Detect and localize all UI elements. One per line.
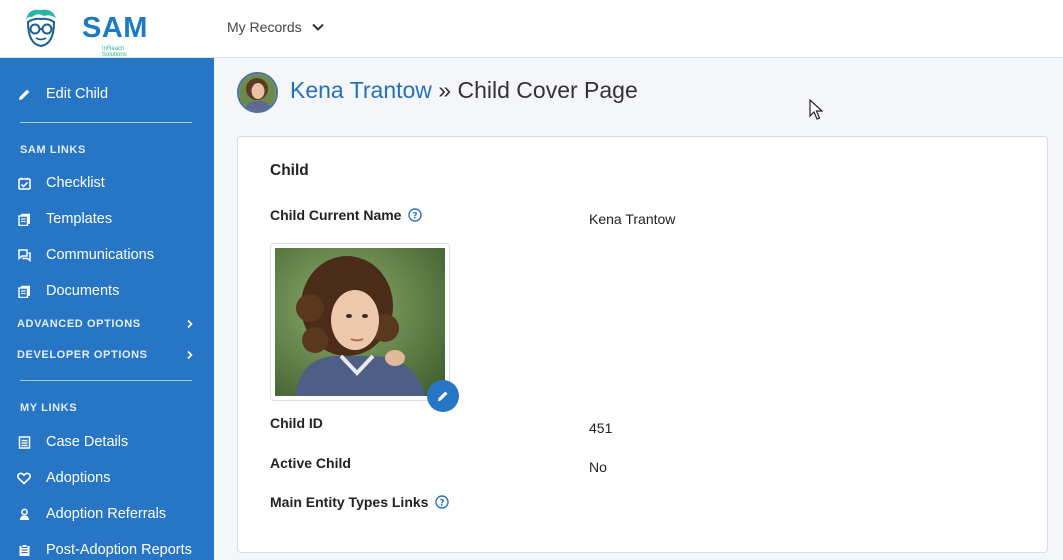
sidebar-item-label: Edit Child [46, 86, 109, 102]
logo-text: SAM [82, 12, 148, 44]
sidebar-item-edit-child[interactable]: Edit Child [0, 79, 214, 109]
sidebar-item-label: Case Details [46, 434, 129, 450]
logo-mascot-icon [26, 9, 56, 48]
child-name-link[interactable]: Kena Trantow [290, 77, 432, 103]
help-icon[interactable]: ? [435, 495, 450, 509]
page-title: Kena Trantow » Child Cover Page [290, 77, 638, 104]
sidebar-item-label: Adoptions [46, 470, 111, 486]
communications-icon [17, 248, 31, 262]
child-id-value: 451 [589, 420, 613, 436]
edit-photo-button[interactable] [427, 380, 459, 412]
card-title: Child [270, 162, 309, 179]
pencil-icon [17, 87, 31, 101]
advanced-options-toggle[interactable]: ADVANCED OPTIONS [0, 314, 214, 334]
pencil-icon [437, 391, 448, 402]
templates-icon [17, 212, 31, 226]
active-child-label: Active Child [270, 455, 351, 471]
child-current-name-label: Child Current Name ? [270, 207, 423, 223]
report-icon [17, 543, 31, 557]
my-records-menu[interactable]: My Records [227, 17, 325, 37]
child-avatar-photo [239, 74, 276, 111]
sam-links-heading: SAM LINKS [20, 144, 86, 156]
sidebar-item-label: Documents [46, 283, 120, 299]
sidebar-item-adoption-referrals[interactable]: Adoption Referrals [0, 499, 214, 529]
sidebar: Edit Child SAM LINKS Checklist Templates… [0, 58, 214, 560]
field-label-text: Main Entity Types Links [270, 494, 429, 510]
title-suffix: Child Cover Page [457, 77, 638, 103]
heart-icon [17, 471, 31, 485]
sidebar-item-adoptions[interactable]: Adoptions [0, 463, 214, 493]
child-id-label: Child ID [270, 415, 323, 431]
title-separator: » [431, 77, 458, 103]
sidebar-item-case-details[interactable]: Case Details [0, 427, 214, 457]
sidebar-item-communications[interactable]: Communications [0, 240, 214, 270]
svg-text:?: ? [440, 498, 445, 508]
documents-icon [17, 284, 31, 298]
sidebar-divider [20, 380, 192, 381]
help-icon[interactable]: ? [408, 208, 423, 222]
child-avatar [237, 72, 278, 113]
sidebar-item-label: Templates [46, 211, 113, 227]
developer-options-label: DEVELOPER OPTIONS [17, 349, 148, 361]
checklist-icon [17, 176, 31, 190]
sam-logo[interactable]: SAM InReach Solutions [22, 8, 147, 58]
sidebar-item-documents[interactable]: Documents [0, 276, 214, 306]
my-records-label: My Records [227, 19, 302, 35]
sidebar-item-templates[interactable]: Templates [0, 204, 214, 234]
referrals-icon [17, 507, 31, 521]
chevron-right-icon [187, 350, 193, 360]
svg-text:?: ? [413, 211, 418, 221]
child-photo-frame [270, 243, 450, 401]
main-entity-types-links-label: Main Entity Types Links ? [270, 494, 450, 510]
developer-options-toggle[interactable]: DEVELOPER OPTIONS [0, 345, 214, 365]
top-header: SAM InReach Solutions My Records [0, 0, 1063, 58]
advanced-options-label: ADVANCED OPTIONS [17, 318, 141, 330]
sidebar-divider [20, 122, 192, 123]
sidebar-item-label: Adoption Referrals [46, 506, 167, 522]
sidebar-item-post-adoption-reports[interactable]: Post-Adoption Reports [0, 535, 214, 560]
mouse-cursor-icon [809, 99, 823, 120]
my-links-heading: MY LINKS [20, 402, 78, 414]
child-photo [275, 248, 445, 396]
active-child-value: No [589, 459, 607, 475]
sidebar-item-label: Checklist [46, 175, 105, 191]
case-details-icon [17, 435, 31, 449]
field-label-text: Child Current Name [270, 207, 402, 223]
sidebar-item-label: Communications [46, 247, 154, 263]
chevron-down-icon [311, 23, 324, 31]
sidebar-item-checklist[interactable]: Checklist [0, 168, 214, 198]
sidebar-item-label: Post-Adoption Reports [46, 542, 192, 558]
logo-subtext: InReach Solutions [102, 46, 127, 58]
chevron-right-icon [187, 319, 193, 329]
child-current-name-value: Kena Trantow [589, 211, 676, 227]
child-details-card: Child Child Current Name ? Kena Trantow [237, 136, 1048, 553]
